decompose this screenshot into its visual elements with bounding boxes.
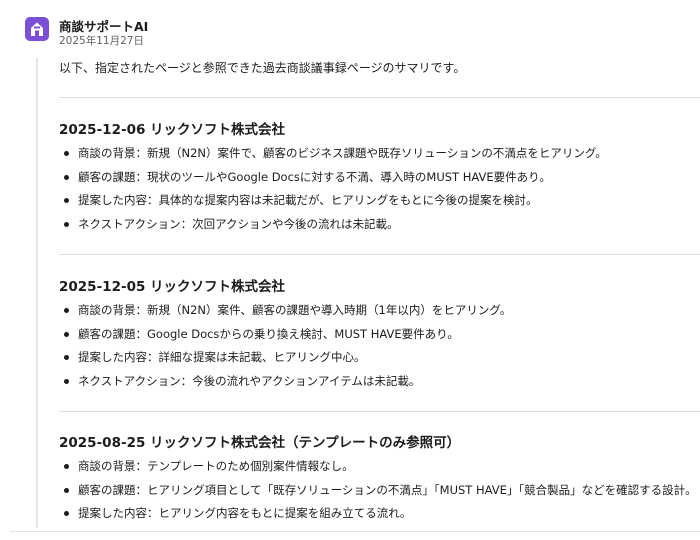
bullet-list: 商談の背景：テンプレートのため個別案件情報なし。 顧客の課題：ヒアリング項目とし… [59, 458, 697, 529]
section-title: 2025-08-25 リックソフト株式会社（テンプレートのみ参照可） [59, 435, 461, 451]
bullet-item: 提案した内容：ヒアリング内容をもとに提案を組み立てる流れ。 [59, 505, 697, 529]
quote-bar [36, 58, 38, 528]
house-icon [31, 22, 43, 36]
section-title: 2025-12-06 リックソフト株式会社 [59, 122, 286, 138]
bullet-item: 顧客の課題：現状のツールやGoogle Docsに対する不満、導入時のMUST … [59, 169, 607, 193]
bullet-item: 提案した内容：具体的な提案内容は未記載だが、ヒアリングをもとに今後の提案を検討。 [59, 192, 607, 216]
bot-avatar[interactable] [25, 17, 49, 41]
bullet-list: 商談の背景：新規（N2N）案件で、顧客のビジネス課題や既存ソリューションの不満点… [59, 145, 607, 239]
message-timestamp[interactable]: 2025年11月27日 [59, 33, 144, 48]
bullet-item: 商談の背景：テンプレートのため個別案件情報なし。 [59, 458, 697, 482]
bullet-item: 顧客の課題：Google Docsからの乗り換え検討、MUST HAVE要件あり… [59, 326, 511, 350]
divider [59, 97, 700, 98]
divider [59, 254, 700, 255]
bullet-item: 提案した内容：詳細な提案は未記載、ヒアリング中心。 [59, 349, 511, 373]
message-view: 商談サポートAI 2025年11月27日 以下、指定されたページと参照できた過去… [0, 0, 700, 540]
bullet-item: 顧客の課題：ヒアリング項目として「既存ソリューションの不満点」「MUST HAV… [59, 482, 697, 506]
bullet-item: ネクストアクション：次回アクションや今後の流れは未記載。 [59, 216, 607, 240]
divider [59, 411, 700, 412]
bullet-item: ネクストアクション：今後の流れやアクションアイテムは未記載。 [59, 373, 511, 397]
section-title: 2025-12-05 リックソフト株式会社 [59, 279, 286, 295]
bullet-item: 商談の背景：新規（N2N）案件で、顧客のビジネス課題や既存ソリューションの不満点… [59, 145, 607, 169]
bullet-list: 商談の背景：新規（N2N）案件、顧客の課題や導入時期（1年以内）をヒアリング。 … [59, 302, 511, 396]
bullet-item: 商談の背景：新規（N2N）案件、顧客の課題や導入時期（1年以内）をヒアリング。 [59, 302, 511, 326]
intro-text: 以下、指定されたページと参照できた過去商談議事録ページのサマリです。 [59, 61, 466, 75]
divider [10, 531, 700, 532]
